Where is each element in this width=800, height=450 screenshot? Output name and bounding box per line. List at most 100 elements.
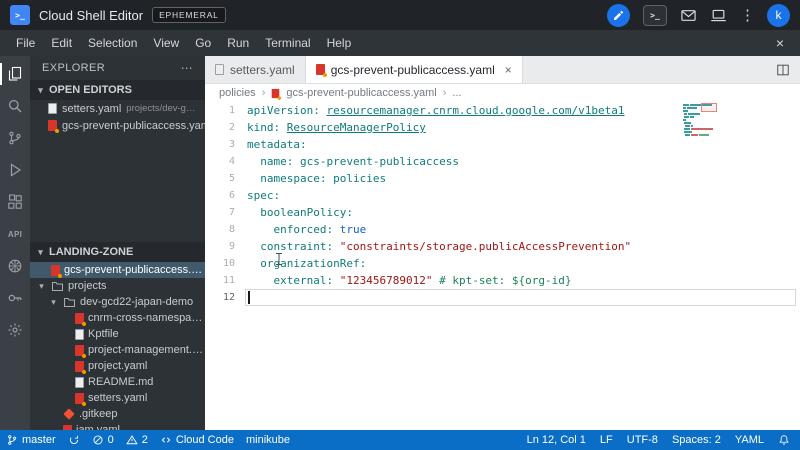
web-preview-icon[interactable] bbox=[680, 7, 697, 24]
terminal-button[interactable]: >_ bbox=[643, 4, 667, 26]
code-line: 4 name: gcs-prevent-publicaccess bbox=[205, 153, 800, 170]
close-icon[interactable]: × bbox=[768, 35, 792, 51]
settings-icon[interactable] bbox=[0, 314, 30, 346]
status-utf-8[interactable]: UTF-8 bbox=[627, 434, 658, 446]
kubernetes-icon[interactable] bbox=[0, 250, 30, 282]
devices-icon[interactable] bbox=[710, 7, 727, 24]
source-control-icon[interactable] bbox=[0, 122, 30, 154]
open-editors-header[interactable]: OPEN EDITORS bbox=[30, 80, 205, 100]
status-0[interactable]: 0 bbox=[92, 434, 114, 446]
status-label: Ln 12, Col 1 bbox=[526, 434, 586, 446]
ephemeral-badge: EPHEMERAL bbox=[152, 7, 226, 23]
breadcrumb-item-policies[interactable]: policies bbox=[219, 87, 256, 99]
code-line: 8 enforced: true bbox=[205, 221, 800, 238]
tree-item-label: setters.yaml bbox=[88, 392, 148, 404]
line-number: 12 bbox=[222, 292, 235, 303]
tree-item-gitkeep[interactable]: .gitkeep bbox=[30, 406, 205, 422]
menu-view[interactable]: View bbox=[145, 30, 187, 56]
tree-item-dev-gcd22-japan-demo[interactable]: dev-gcd22-japan-demo bbox=[30, 294, 205, 310]
main-area: API EXPLORER ⋯ OPEN EDITORS setters.yaml… bbox=[0, 56, 800, 430]
tree-item-iam-yaml[interactable]: iam.yaml bbox=[30, 422, 205, 430]
tree-item-kptfile[interactable]: Kptfile bbox=[30, 326, 205, 342]
secret-manager-icon[interactable] bbox=[0, 282, 30, 314]
explorer-icon[interactable] bbox=[0, 58, 30, 90]
yaml-file-icon bbox=[75, 312, 86, 326]
status-master[interactable]: master bbox=[6, 434, 56, 446]
menu-go[interactable]: Go bbox=[187, 30, 219, 56]
extensions-icon[interactable] bbox=[0, 186, 30, 218]
breadcrumb[interactable]: policies › gcs-prevent-publicaccess.yaml ›.… bbox=[205, 84, 800, 102]
file-tree: gcs-prevent-publicaccess.y... projects dev… bbox=[30, 262, 205, 430]
landing-zone-label: LANDING-ZONE bbox=[49, 246, 134, 258]
line-number: 2 bbox=[228, 122, 235, 133]
status-yaml[interactable]: YAML bbox=[735, 434, 764, 446]
chevron-down-icon[interactable] bbox=[36, 281, 47, 292]
status-cloud-code[interactable]: Cloud Code bbox=[160, 434, 234, 446]
code-line: 9 constraint: "constraints/storage.publi… bbox=[205, 238, 800, 255]
landing-zone-header[interactable]: LANDING-ZONE bbox=[30, 242, 205, 262]
tree-item-cnrm-cross-namespace-y[interactable]: cnrm-cross-namespace.y... bbox=[30, 310, 205, 326]
yaml-file-icon bbox=[75, 392, 86, 406]
status-bell-icon[interactable] bbox=[778, 434, 790, 446]
menu-help[interactable]: Help bbox=[319, 30, 360, 56]
cloud-apis-icon[interactable]: API bbox=[0, 218, 30, 250]
tab-setters-yaml[interactable]: setters.yaml bbox=[205, 56, 306, 83]
close-tab-icon[interactable]: × bbox=[505, 63, 512, 77]
edit-pencil-button[interactable] bbox=[607, 3, 630, 27]
split-editor-icon[interactable] bbox=[766, 56, 800, 83]
status-minikube[interactable]: minikube bbox=[246, 434, 290, 446]
chevron-down-icon[interactable] bbox=[48, 297, 59, 308]
code-text: organizationRef: bbox=[260, 257, 367, 270]
line-number: 6 bbox=[228, 190, 235, 201]
menu-file[interactable]: File bbox=[8, 30, 43, 56]
tree-item-projects[interactable]: projects bbox=[30, 278, 205, 294]
file-icon bbox=[48, 103, 57, 114]
status-sync-icon[interactable] bbox=[68, 434, 80, 446]
line-number: 4 bbox=[228, 156, 235, 167]
bell-icon bbox=[778, 434, 790, 446]
file-icon bbox=[75, 376, 84, 388]
code-text: external: "123456789012" # kpt-set: ${or… bbox=[273, 274, 572, 287]
line-number: 3 bbox=[228, 139, 235, 150]
tree-item-project-management-yaml[interactable]: project-management.yaml bbox=[30, 342, 205, 358]
status-lf[interactable]: LF bbox=[600, 434, 613, 446]
code-line: 11 external: "123456789012" # kpt-set: $… bbox=[205, 272, 800, 289]
tree-item-gcs-prevent-publicaccess-y[interactable]: gcs-prevent-publicaccess.y... bbox=[30, 262, 205, 278]
explorer-more-icon[interactable]: ⋯ bbox=[181, 61, 193, 75]
topbar-actions: >_ ⋮ k bbox=[607, 3, 790, 27]
breadcrumb-item-gcs-prevent-publicaccess-yaml[interactable]: gcs-prevent-publicaccess.yaml bbox=[286, 87, 436, 99]
tab-bar: setters.yaml gcs-prevent-publicaccess.yam… bbox=[205, 56, 800, 84]
code-editor[interactable]: 1 apiVersion: resourcemanager.cnrm.cloud.… bbox=[205, 102, 800, 430]
tree-item-setters-yaml[interactable]: setters.yaml bbox=[30, 390, 205, 406]
tab-label: gcs-prevent-publicaccess.yaml bbox=[330, 62, 495, 77]
menu-edit[interactable]: Edit bbox=[43, 30, 80, 56]
status-bar: master 0 2 Cloud Code minikube Ln 12, Col 1 L… bbox=[0, 430, 800, 450]
status-spaces-2[interactable]: Spaces: 2 bbox=[672, 434, 721, 446]
tree-item-readme-md[interactable]: README.md bbox=[30, 374, 205, 390]
folder-icon bbox=[51, 280, 64, 293]
breadcrumb-item-[interactable]: ... bbox=[452, 87, 461, 99]
more-options-icon[interactable]: ⋮ bbox=[740, 6, 755, 24]
cloud-shell-editor-window: >_ Cloud Shell Editor EPHEMERAL >_ ⋮ k Fi… bbox=[0, 0, 800, 450]
menu-selection[interactable]: Selection bbox=[80, 30, 145, 56]
debug-icon[interactable] bbox=[0, 154, 30, 186]
tab-gcs-prevent-publicaccess-yaml[interactable]: gcs-prevent-publicaccess.yaml × bbox=[305, 56, 523, 83]
open-editor-setters-yaml[interactable]: setters.yaml projects/dev-gcd2... bbox=[30, 100, 205, 117]
topbar: >_ Cloud Shell Editor EPHEMERAL >_ ⋮ k bbox=[0, 0, 800, 30]
tree-item-label: project.yaml bbox=[88, 360, 148, 372]
menu-run[interactable]: Run bbox=[219, 30, 257, 56]
open-editor-gcs-prevent-publicaccess-yaml[interactable]: gcs-prevent-publicaccess.yaml bbox=[30, 117, 205, 134]
code-text: metadata: bbox=[247, 138, 307, 151]
sync-icon bbox=[68, 434, 80, 446]
code-text: enforced: true bbox=[273, 223, 367, 236]
search-icon[interactable] bbox=[0, 90, 30, 122]
menu-terminal[interactable]: Terminal bbox=[257, 30, 318, 56]
tree-item-project-yaml[interactable]: project.yaml bbox=[30, 358, 205, 374]
status-2[interactable]: 2 bbox=[125, 434, 148, 446]
code-line: 7 booleanPolicy: bbox=[205, 204, 800, 221]
branch-icon bbox=[6, 434, 18, 446]
error-icon bbox=[92, 434, 104, 446]
avatar[interactable]: k bbox=[767, 3, 790, 27]
status-ln-12-col-1[interactable]: Ln 12, Col 1 bbox=[527, 434, 586, 446]
